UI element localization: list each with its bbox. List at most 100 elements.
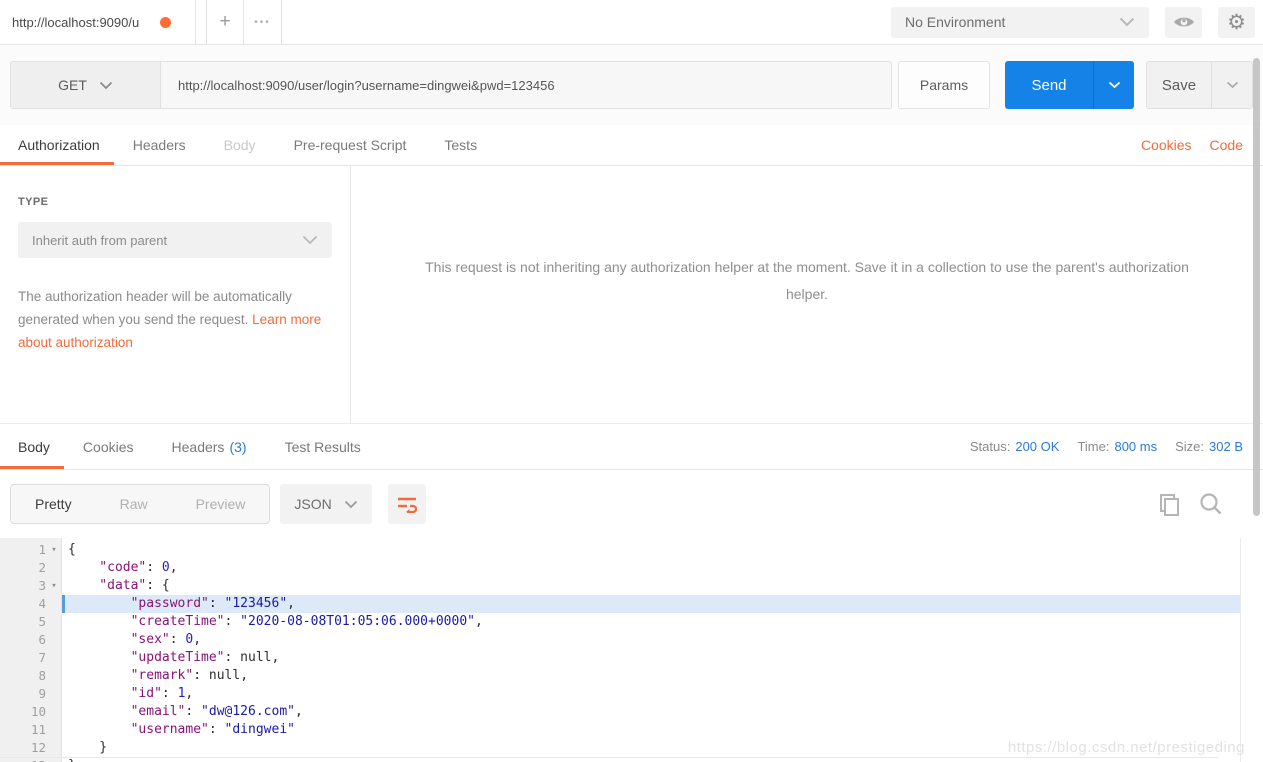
- tab-tests-label: Tests: [444, 137, 478, 153]
- response-tab-test-results[interactable]: Test Results: [266, 424, 380, 469]
- time-value[interactable]: 800 ms: [1114, 439, 1157, 454]
- eye-icon: [1173, 17, 1194, 27]
- cookies-link[interactable]: Cookies: [1141, 137, 1192, 153]
- line-number: 4: [38, 596, 46, 611]
- pretty-button[interactable]: Pretty: [11, 485, 96, 523]
- chevron-down-icon: [1108, 81, 1120, 89]
- new-tab-button[interactable]: +: [206, 0, 244, 44]
- code-line-content: "updateTime": null,: [130, 650, 280, 665]
- size-value[interactable]: 302 B: [1209, 439, 1243, 454]
- tab-headers[interactable]: Headers: [114, 125, 205, 165]
- code-line: 11 "username": "dingwei": [0, 721, 1240, 739]
- send-options-button[interactable]: [1093, 61, 1134, 109]
- environment-quicklook-button[interactable]: [1165, 6, 1202, 38]
- status-label: Status:: [969, 439, 1011, 454]
- tab-tests[interactable]: Tests: [425, 125, 496, 165]
- code-line: 7 "updateTime": null,: [0, 649, 1240, 667]
- send-button[interactable]: Send: [1005, 61, 1093, 109]
- chevron-down-icon: [344, 500, 357, 508]
- save-button-group: Save: [1146, 61, 1253, 109]
- send-button-group: Send: [1005, 61, 1134, 109]
- fold-toggle-icon[interactable]: ▾: [46, 541, 62, 559]
- response-tab-cookies-label: Cookies: [82, 438, 134, 455]
- app-header: http://localhost:9090/u + ••• No Environ…: [0, 0, 1263, 45]
- line-number: 5: [38, 614, 46, 629]
- code-line-content: "email": "dw@126.com",: [130, 704, 303, 719]
- auth-type-dropdown[interactable]: Inherit auth from parent: [18, 222, 332, 258]
- scrollbar-thumb[interactable]: [1253, 58, 1260, 516]
- code-line: 4 "password": "123456",: [0, 595, 1240, 613]
- response-tab-test-results-label: Test Results: [284, 438, 361, 455]
- chevron-down-icon: [1226, 81, 1238, 89]
- environment-selector[interactable]: No Environment: [891, 6, 1149, 38]
- response-tab-cookies[interactable]: Cookies: [64, 424, 153, 469]
- code-line: 3 ▾ "data": {: [0, 577, 1240, 595]
- pretty-label: Pretty: [35, 496, 72, 512]
- request-links: Cookies Code: [1141, 125, 1263, 165]
- code-editor[interactable]: 1 ▾{2 "code": 0, 3 ▾ "data": {4 "password": "1…: [0, 538, 1241, 762]
- copy-icon[interactable]: [1157, 491, 1181, 517]
- code-link[interactable]: Code: [1210, 137, 1243, 153]
- wrap-text-button[interactable]: [387, 484, 426, 524]
- fold-toggle-icon[interactable]: ▾: [46, 577, 62, 595]
- response-tab-headers-label: Headers: [171, 438, 225, 455]
- wrap-text-icon: [397, 497, 417, 513]
- method-url-control: GET http://localhost:9090/user/login?use…: [10, 61, 892, 109]
- tab-pre-request-script[interactable]: Pre-request Script: [275, 125, 426, 165]
- response-actions: [1157, 491, 1253, 517]
- tab-options-button[interactable]: •••: [244, 0, 282, 44]
- code-line: 10 "email": "dw@126.com",: [0, 703, 1240, 721]
- save-button[interactable]: Save: [1147, 62, 1211, 108]
- raw-button[interactable]: Raw: [96, 485, 172, 523]
- tab-authorization[interactable]: Authorization: [0, 125, 114, 165]
- code-line: 5 "createTime": "2020-08-08T01:05:06.000+…: [0, 613, 1240, 631]
- environment-value: No Environment: [905, 14, 1006, 30]
- code-line: 9 "id": 1,: [0, 685, 1240, 703]
- line-number: 1: [38, 542, 46, 557]
- search-icon[interactable]: [1198, 491, 1223, 517]
- format-dropdown[interactable]: JSON: [280, 484, 372, 524]
- response-tab-body-label: Body: [18, 438, 50, 455]
- code-line-content: "data": {: [99, 578, 170, 593]
- line-number: 6: [38, 632, 46, 647]
- url-input[interactable]: http://localhost:9090/user/login?usernam…: [161, 62, 891, 108]
- chevron-down-icon: [302, 235, 318, 245]
- auth-type-label: TYPE: [18, 196, 49, 208]
- line-number: 11: [30, 722, 46, 737]
- format-value: JSON: [294, 496, 332, 512]
- url-value: http://localhost:9090/user/login?usernam…: [178, 77, 555, 93]
- line-number: 7: [38, 650, 46, 665]
- save-options-button[interactable]: [1211, 62, 1252, 108]
- preview-button[interactable]: Preview: [172, 485, 270, 523]
- response-tab-headers[interactable]: Headers (3): [153, 424, 266, 469]
- gear-icon: ⚙: [1227, 10, 1246, 34]
- method-dropdown[interactable]: GET: [11, 62, 161, 108]
- chevron-down-icon: [1119, 17, 1135, 27]
- response-meta: Status: 200 OK Time: 800 ms Size: 302 B: [970, 424, 1263, 469]
- code-line-content: "code": 0,: [99, 560, 178, 575]
- response-tab-body[interactable]: Body: [0, 424, 64, 469]
- editor-bottom-border: [0, 757, 1218, 758]
- code-line: 8 "remark": null,: [0, 667, 1240, 685]
- code-line: 1 ▾ {: [0, 541, 1240, 559]
- auth-type-value: Inherit auth from parent: [32, 232, 168, 248]
- response-header: Body Cookies Headers (3) Test Results Sta…: [0, 424, 1263, 470]
- status-value[interactable]: 200 OK: [1015, 439, 1059, 454]
- line-number: 8: [38, 668, 46, 683]
- send-label: Send: [1031, 76, 1067, 94]
- preview-label: Preview: [195, 496, 246, 512]
- code-line: 6 "sex": 0,: [0, 631, 1240, 649]
- settings-button[interactable]: ⚙: [1218, 6, 1255, 38]
- request-tab[interactable]: http://localhost:9090/u: [0, 0, 196, 44]
- request-bar: GET http://localhost:9090/user/login?use…: [0, 45, 1263, 125]
- code-line-content: "sex": 0,: [130, 632, 202, 647]
- code-line-content: "createTime": "2020-08-08T01:05:06.000+0…: [130, 614, 483, 629]
- params-button[interactable]: Params: [898, 61, 990, 109]
- request-editor-tabs: Authorization Headers Body Pre-request S…: [0, 125, 1263, 166]
